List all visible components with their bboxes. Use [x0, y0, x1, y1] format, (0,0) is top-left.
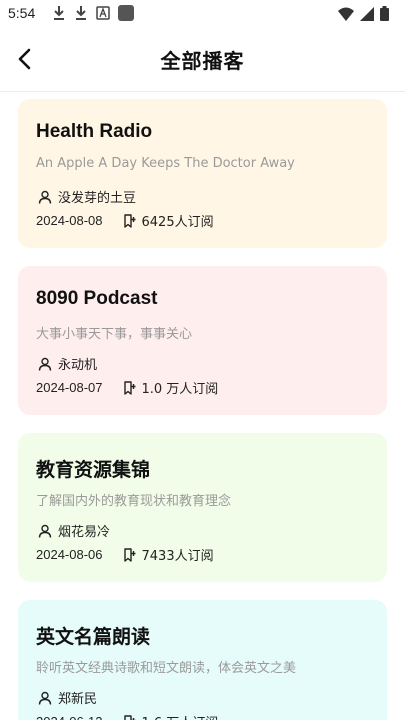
subscriber-group: 7433人订阅 [123, 545, 214, 564]
podcast-author-row: 没发芽的土豆 [38, 187, 136, 206]
person-icon [38, 357, 52, 371]
podcast-author-row: 永动机 [38, 354, 97, 373]
subscribe-icon [123, 714, 135, 720]
download-icon [76, 6, 86, 20]
person-icon [38, 691, 52, 705]
signal-icon [360, 6, 374, 21]
person-icon [38, 524, 52, 538]
subscribe-icon [123, 213, 135, 228]
podcast-meta-row: 2024-08-06 7433人订阅 [36, 545, 214, 564]
podcast-title: 英文名篇朗读 [36, 627, 151, 648]
wifi-icon [338, 7, 354, 21]
app-square-icon [118, 5, 134, 21]
podcast-date: 2024-08-06 [36, 547, 103, 562]
podcast-date: 2024-08-07 [36, 380, 103, 395]
battery-icon [380, 6, 389, 21]
podcast-title: 教育资源集锦 [36, 460, 151, 481]
subscriber-group: 6425人订阅 [123, 211, 214, 230]
podcast-meta-row: 2024-06-12 1.6 万人订阅 [36, 712, 218, 720]
subscribe-icon [123, 547, 135, 562]
notification-icons [52, 5, 134, 21]
podcast-author: 没发芽的土豆 [58, 191, 137, 206]
podcast-subscribers: 6425人订阅 [141, 215, 214, 230]
text-a-icon [96, 6, 110, 20]
podcast-card[interactable]: 8090 Podcast 大事小事天下事，事事关心 永动机 2024-08-07… [18, 266, 387, 415]
podcast-subscribers: 1.6 万人订阅 [142, 712, 219, 720]
podcast-description: 了解国内外的教育现状和教育理念 [36, 494, 232, 509]
subscriber-group: 1.0 万人订阅 [123, 378, 219, 397]
podcast-date: 2024-06-12 [36, 714, 103, 720]
podcast-description: 聆听英文经典诗歌和短文朗读，体会英文之美 [36, 661, 297, 676]
status-bar: 5:54 [0, 0, 405, 28]
podcast-subscribers: 1.0 万人订阅 [141, 382, 219, 397]
podcast-description: An Apple A Day Keeps The Doctor Away [36, 156, 295, 171]
subscribe-icon [123, 380, 135, 395]
podcast-author: 烟花易冷 [58, 525, 111, 540]
podcast-author-row: 郑新民 [38, 688, 97, 707]
person-icon [38, 190, 52, 204]
podcast-subscribers: 7433人订阅 [141, 549, 214, 564]
podcast-description: 大事小事天下事，事事关心 [36, 327, 193, 342]
podcast-date: 2024-08-08 [36, 213, 103, 228]
subscriber-group: 1.6 万人订阅 [123, 712, 219, 720]
podcast-card[interactable]: 英文名篇朗读 聆听英文经典诗歌和短文朗读，体会英文之美 郑新民 2024-06-… [18, 600, 387, 720]
podcast-title: Health Radio [36, 121, 153, 142]
header: 全部播客 [0, 28, 405, 88]
system-icons [338, 6, 389, 21]
podcast-author: 郑新民 [58, 692, 98, 707]
status-time: 5:54 [8, 5, 36, 21]
page-title: 全部播客 [160, 49, 245, 73]
podcast-author-row: 烟花易冷 [38, 521, 110, 540]
podcast-card[interactable]: Health Radio An Apple A Day Keeps The Do… [18, 99, 387, 248]
podcast-title: 8090 Podcast [36, 288, 158, 309]
podcast-list[interactable]: Health Radio An Apple A Day Keeps The Do… [0, 92, 405, 720]
podcast-meta-row: 2024-08-08 6425人订阅 [36, 211, 214, 230]
podcast-author: 永动机 [58, 358, 98, 373]
podcast-card[interactable]: 教育资源集锦 了解国内外的教育现状和教育理念 烟花易冷 2024-08-06 7… [18, 433, 387, 582]
podcast-meta-row: 2024-08-07 1.0 万人订阅 [36, 378, 218, 397]
download-icon [54, 6, 64, 20]
